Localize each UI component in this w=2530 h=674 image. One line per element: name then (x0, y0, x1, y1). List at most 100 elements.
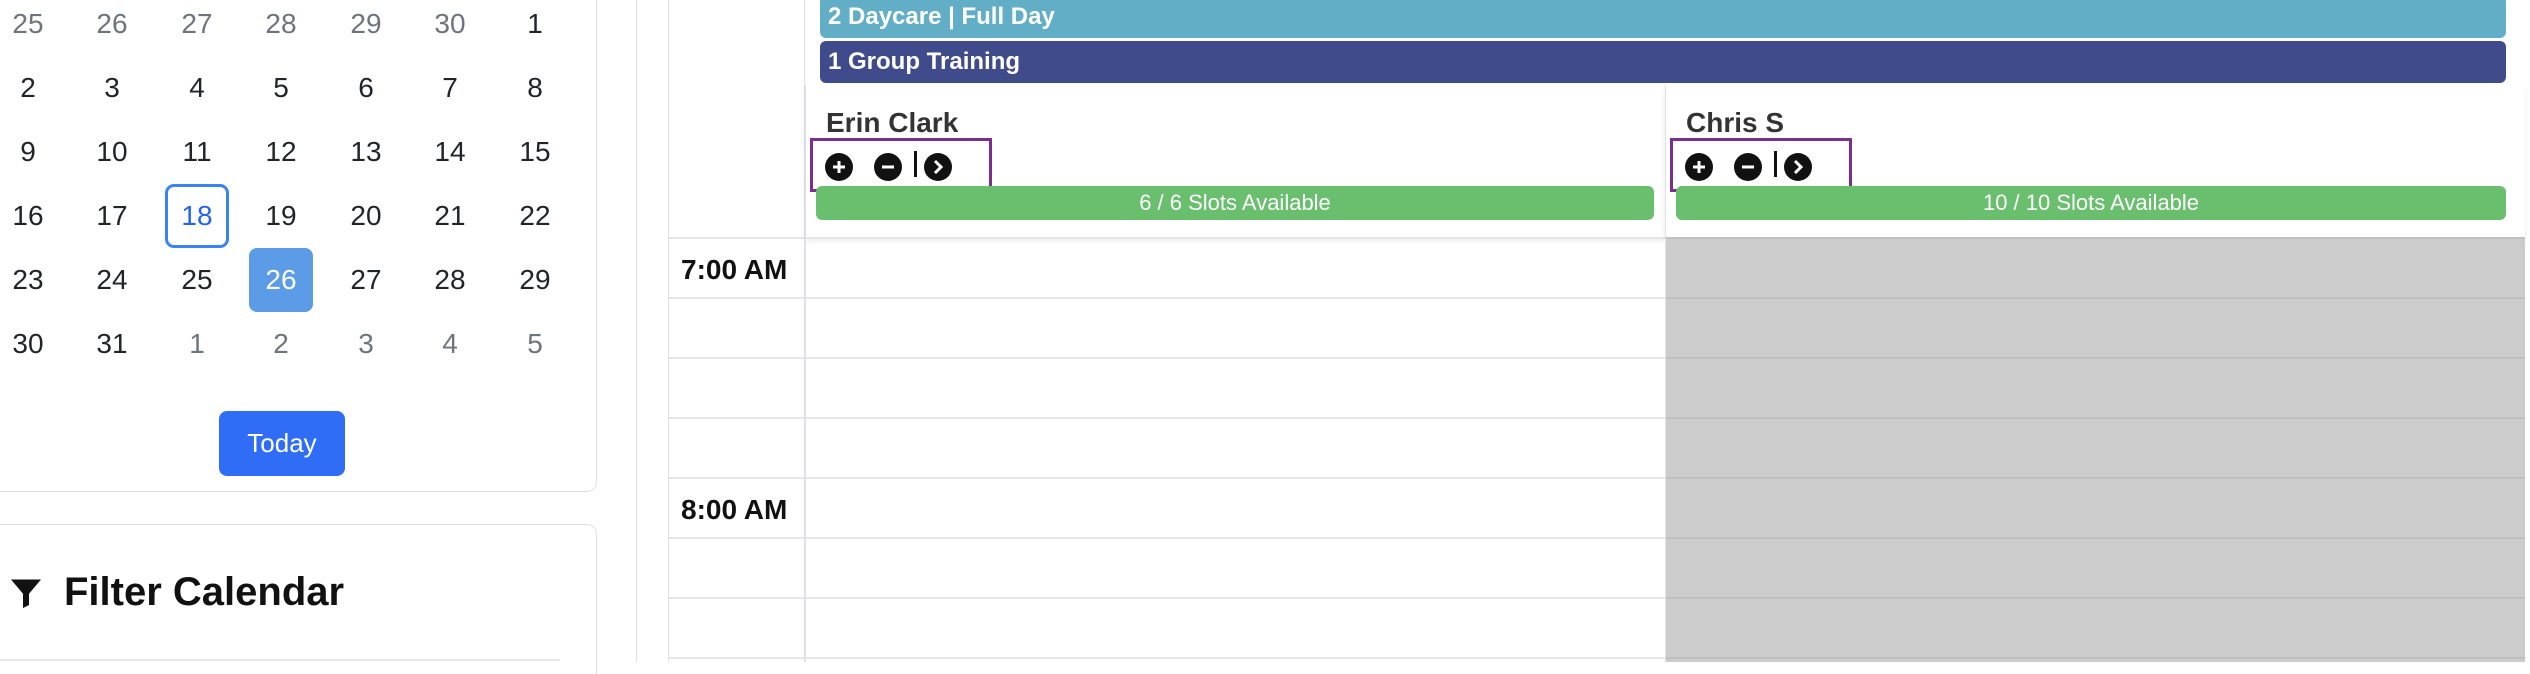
panel-divider (636, 0, 637, 662)
gridline (669, 657, 804, 659)
calendar-day[interactable]: 28 (249, 0, 313, 56)
today-button[interactable]: Today (219, 411, 345, 476)
minus-circle-icon[interactable] (874, 153, 902, 181)
time-slot-grid[interactable] (805, 237, 1665, 662)
calendar-week-row: 23 24 25 26 27 28 29 (0, 248, 597, 312)
slots-available-bar: 6 / 6 Slots Available (816, 186, 1654, 220)
calendar-day[interactable]: 12 (249, 120, 313, 184)
separator (914, 151, 917, 177)
calendar-day[interactable]: 27 (334, 248, 398, 312)
calendar-day[interactable]: 26 (80, 0, 144, 56)
gridline (1666, 657, 2525, 659)
calendar-day[interactable]: 29 (503, 248, 567, 312)
calendar-day[interactable]: 13 (334, 120, 398, 184)
calendar-day[interactable]: 5 (503, 312, 567, 376)
separator (1774, 151, 1777, 177)
calendar-day[interactable]: 19 (249, 184, 313, 248)
staff-name: Erin Clark (826, 107, 959, 138)
calendar-day[interactable]: 25 (165, 248, 229, 312)
filter-calendar-card: Filter Calendar (0, 524, 597, 674)
calendar-week-row: 30 31 1 2 3 4 5 (0, 312, 597, 376)
gridline (669, 597, 804, 599)
calendar-day[interactable]: 20 (334, 184, 398, 248)
gridline (1666, 417, 2525, 419)
calendar-day[interactable]: 10 (80, 120, 144, 184)
filter-divider (0, 659, 560, 661)
gridline (806, 477, 1665, 479)
calendar-day[interactable]: 6 (334, 56, 398, 120)
calendar-day[interactable]: 1 (165, 312, 229, 376)
calendar-day[interactable]: 15 (503, 120, 567, 184)
all-day-event-group-training[interactable]: 1 Group Training (820, 41, 2506, 83)
calendar-day[interactable]: 4 (165, 56, 229, 120)
calendar-day[interactable]: 11 (165, 120, 229, 184)
gridline (669, 357, 804, 359)
calendar-day[interactable]: 31 (80, 312, 144, 376)
calendar-day[interactable]: 28 (418, 248, 482, 312)
gridline (669, 237, 804, 239)
calendar-week-row: 25 26 27 28 29 30 1 (0, 0, 597, 56)
mini-calendar: 25 26 27 28 29 30 1 2 3 4 5 6 7 8 9 10 11 12 13 14 15 16 17 18 1… (0, 0, 597, 492)
staff-actions (810, 138, 992, 192)
chevron-right-circle-icon[interactable] (1784, 153, 1812, 181)
calendar-day[interactable]: 1 (503, 0, 567, 56)
calendar-day[interactable]: 17 (80, 184, 144, 248)
calendar-day[interactable]: 23 (0, 248, 60, 312)
calendar-week-row: 2345678 (0, 56, 597, 120)
gridline (806, 237, 1665, 239)
calendar-day[interactable]: 30 (0, 312, 60, 376)
chevron-right-circle-icon[interactable] (924, 153, 952, 181)
gridline (1666, 357, 2525, 359)
calendar-day-selected[interactable]: 26 (249, 248, 313, 312)
staff-column-erin-clark: Erin Clark 6 / 6 Slots Available (805, 85, 1665, 662)
filter-calendar-title: Filter Calendar (64, 570, 345, 614)
calendar-day[interactable]: 29 (334, 0, 398, 56)
minus-circle-icon[interactable] (1734, 153, 1762, 181)
plus-circle-icon[interactable] (825, 153, 853, 181)
gridline (806, 417, 1665, 419)
calendar-day[interactable]: 2 (0, 56, 60, 120)
plus-circle-icon[interactable] (1685, 153, 1713, 181)
calendar-day-today[interactable]: 18 (165, 184, 229, 248)
filter-calendar-heading: Filter Calendar (8, 570, 344, 615)
gridline (806, 357, 1665, 359)
gridline (669, 537, 804, 539)
calendar-day[interactable]: 4 (418, 312, 482, 376)
calendar-day[interactable]: 8 (503, 56, 567, 120)
all-day-event-daycare[interactable]: 2 Daycare | Full Day (820, 0, 2506, 38)
gridline (806, 597, 1665, 599)
calendar-day[interactable]: 22 (503, 184, 567, 248)
calendar-week-row: 16 17 18 19 20 21 22 (0, 184, 597, 248)
staff-actions (1670, 138, 1852, 192)
calendar-day[interactable]: 25 (0, 0, 60, 56)
gridline (669, 417, 804, 419)
time-column: 7:00 AM 8:00 AM (668, 0, 805, 662)
event-label: 2 Daycare | Full Day (828, 3, 1055, 30)
calendar-day[interactable]: 21 (418, 184, 482, 248)
gridline (669, 297, 804, 299)
gridline (1666, 597, 2525, 599)
calendar-day[interactable]: 3 (80, 56, 144, 120)
gridline (806, 297, 1665, 299)
calendar-day[interactable]: 5 (249, 56, 313, 120)
event-label: 1 Group Training (828, 48, 1021, 75)
calendar-day[interactable]: 14 (418, 120, 482, 184)
gridline (806, 537, 1665, 539)
calendar-day[interactable]: 7 (418, 56, 482, 120)
slots-available-bar: 10 / 10 Slots Available (1676, 186, 2506, 220)
staff-header: Chris S 10 / 10 Slots Available (1665, 85, 2525, 237)
calendar-day[interactable]: 2 (249, 312, 313, 376)
time-slot-grid-unavailable[interactable] (1665, 237, 2525, 662)
calendar-day[interactable]: 3 (334, 312, 398, 376)
gridline (1666, 237, 2525, 239)
gridline (1666, 297, 2525, 299)
staff-name: Chris S (1686, 107, 1785, 138)
calendar-week-row: 9 10 11 12 13 14 15 (0, 120, 597, 184)
calendar-day[interactable]: 9 (0, 120, 60, 184)
calendar-day[interactable]: 24 (80, 248, 144, 312)
time-label-7am: 7:00 AM (681, 254, 788, 285)
calendar-day[interactable]: 16 (0, 184, 60, 248)
staff-header: Erin Clark 6 / 6 Slots Available (805, 85, 1665, 237)
calendar-day[interactable]: 27 (165, 0, 229, 56)
calendar-day[interactable]: 30 (418, 0, 482, 56)
